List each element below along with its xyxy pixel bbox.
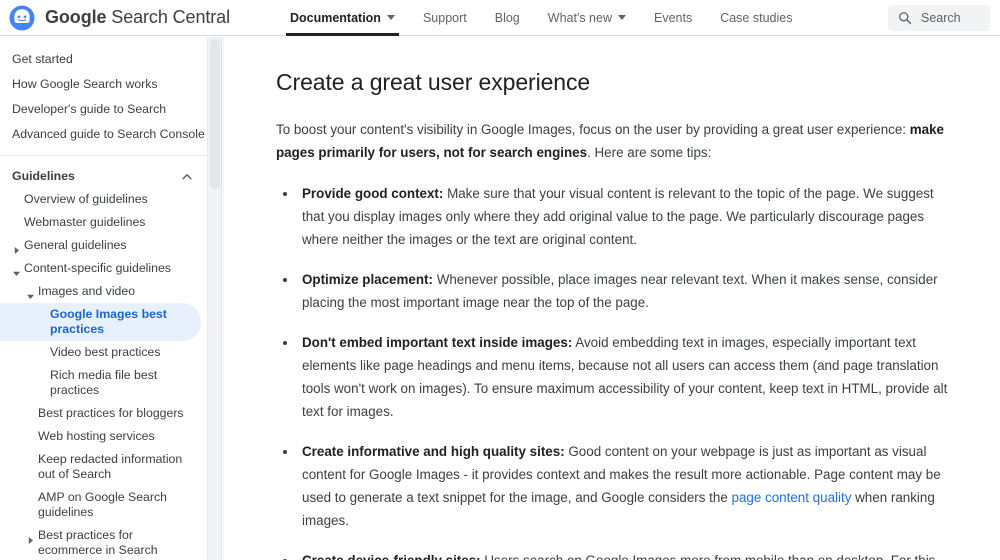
sidebar-item-general-guidelines[interactable]: General guidelines (0, 234, 207, 257)
triangle-right-icon[interactable] (26, 532, 35, 544)
sidebar-divider (0, 155, 207, 156)
search-input[interactable]: Search (888, 5, 990, 31)
tip-item-create-informative-and-high-quality-site: Create informative and high quality site… (298, 440, 948, 532)
sidebar-item-label: Google Images best practices (50, 307, 167, 336)
triangle-down-icon[interactable] (12, 265, 21, 276)
brand-title: Google Search Central (45, 7, 230, 28)
sidebar-link-how-google-search-works[interactable]: How Google Search works (0, 72, 207, 97)
chevron-down-icon (617, 15, 626, 20)
sidebar-item-best-practices-for-ecommerce-in-search[interactable]: Best practices for ecommerce in Search (0, 524, 207, 560)
tip-term: Don't embed important text inside images… (302, 335, 573, 350)
brand-title-light: Search Central (106, 7, 230, 27)
sidebar-item-images-and-video[interactable]: Images and video (0, 280, 207, 303)
nav-item-documentation[interactable]: Documentation (276, 0, 409, 36)
tip-item-create-device-friendly-sites: Create device-friendly sites: Users sear… (298, 549, 948, 560)
sidebar-item-rich-media-file-best-practices[interactable]: Rich media file best practices (0, 364, 207, 402)
sidebar-item-content-specific-guidelines[interactable]: Content-specific guidelines (0, 257, 207, 280)
tip-link-page-content-quality[interactable]: page content quality (732, 490, 852, 505)
search-placeholder-label: Search (921, 11, 961, 25)
sidebar-item-label: AMP on Google Search guidelines (38, 490, 167, 519)
nav-item-blog[interactable]: Blog (481, 0, 534, 36)
sidebar-item-label: Best practices for bloggers (38, 406, 184, 420)
sidebar-item-google-images-best-practices[interactable]: Google Images best practices (0, 303, 201, 341)
tip-term: Create informative and high quality site… (302, 444, 565, 459)
chevron-down-icon (386, 15, 395, 20)
sidebar-link-get-started[interactable]: Get started (0, 47, 207, 72)
sidebar-navigation: Get started How Google Search works Develo… (0, 37, 208, 560)
nav-item-whats-new-label: What's new (547, 10, 612, 25)
sidebar-scrollbar[interactable] (208, 37, 222, 560)
sidebar-section-guidelines[interactable]: Guidelines (0, 164, 207, 188)
sidebar-item-amp-on-google-search-guidelines[interactable]: AMP on Google Search guidelines (0, 486, 207, 524)
intro-part1: To boost your content's visibility in Go… (276, 122, 910, 137)
tips-list: Provide good context: Make sure that you… (276, 182, 948, 560)
page-title: Create a great user experience (276, 69, 591, 95)
nav-item-support-label: Support (422, 10, 467, 25)
sidebar-item-web-hosting-services[interactable]: Web hosting services (0, 425, 207, 448)
site-header: Google Search Central Documentation Supp… (0, 0, 1000, 36)
nav-item-blog-label: Blog (494, 10, 520, 25)
sidebar-scrollbar-thumb[interactable] (210, 39, 220, 189)
sidebar-link-advanced-guide-to-search-console[interactable]: Advanced guide to Search Console (0, 122, 207, 147)
nav-item-whats-new[interactable]: What's new (534, 0, 640, 36)
intro-part2: . Here are some tips: (587, 145, 712, 160)
triangle-right-icon[interactable] (12, 242, 21, 254)
sidebar-item-label: Video best practices (50, 345, 161, 359)
nav-item-support[interactable]: Support (409, 0, 481, 36)
sidebar-section-guidelines-label: Guidelines (12, 169, 75, 183)
primary-nav: Documentation Support Blog What's new Ev… (276, 0, 807, 36)
tip-term: Create device-friendly sites: (302, 553, 481, 560)
search-icon (898, 11, 912, 25)
sidebar-item-label: Keep redacted information out of Search (38, 452, 183, 481)
google-search-central-robot-logo-icon (9, 5, 35, 31)
nav-item-case-studies-label: Case studies (720, 10, 793, 25)
sidebar-item-keep-redacted-information-out-of-search[interactable]: Keep redacted information out of Search (0, 448, 207, 486)
sidebar-item-label: Best practices for ecommerce in Search (38, 528, 158, 557)
triangle-down-icon[interactable] (26, 288, 35, 299)
sidebar-item-video-best-practices[interactable]: Video best practices (0, 341, 207, 364)
sidebar-item-label: Webmaster guidelines (24, 215, 146, 229)
tip-term: Provide good context: (302, 186, 444, 201)
chevron-up-icon (181, 170, 193, 182)
sidebar-link-developer-s-guide-to-search[interactable]: Developer's guide to Search (0, 97, 207, 122)
tip-item-optimize-placement: Optimize placement: Whenever possible, p… (298, 268, 948, 314)
tip-item-provide-good-context: Provide good context: Make sure that you… (298, 182, 948, 251)
nav-item-case-studies[interactable]: Case studies (706, 0, 806, 36)
tip-term: Optimize placement: (302, 272, 433, 287)
sidebar-item-label: Content-specific guidelines (24, 261, 171, 275)
sidebar-item-label: General guidelines (24, 238, 127, 252)
sidebar-item-label: Rich media file best practices (50, 368, 158, 397)
main-content: Create a great user experience To boost … (223, 37, 1000, 560)
nav-item-events-label: Events (653, 10, 693, 25)
sidebar-item-label: Images and video (38, 284, 136, 298)
brand-title-bold: Google (45, 7, 107, 27)
intro-paragraph: To boost your content's visibility in Go… (276, 118, 948, 164)
sidebar-item-label: Overview of guidelines (24, 192, 148, 206)
sidebar-item-label: Web hosting services (38, 429, 155, 443)
sidebar-item-best-practices-for-bloggers[interactable]: Best practices for bloggers (0, 402, 207, 425)
tip-item-don-t-embed-important-text-inside-images: Don't embed important text inside images… (298, 331, 948, 423)
sidebar-item-overview-of-guidelines[interactable]: Overview of guidelines (0, 188, 207, 211)
brand-logo-group[interactable]: Google Search Central (0, 0, 230, 36)
nav-item-documentation-label: Documentation (289, 10, 381, 25)
nav-item-events[interactable]: Events (640, 0, 706, 36)
sidebar-item-webmaster-guidelines[interactable]: Webmaster guidelines (0, 211, 207, 234)
